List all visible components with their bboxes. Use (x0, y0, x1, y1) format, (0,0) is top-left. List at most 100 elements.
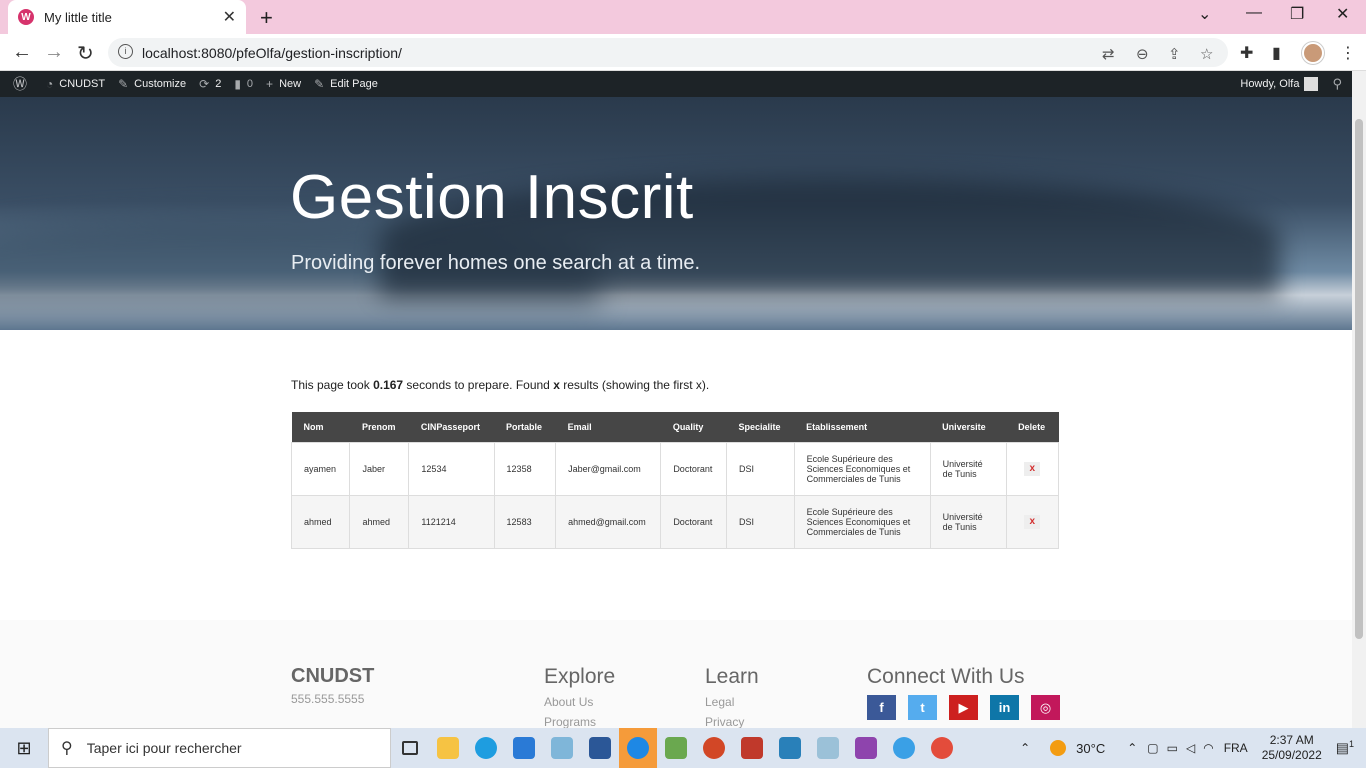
app-icon[interactable] (657, 728, 695, 768)
footer-link-programs[interactable]: Programs (544, 715, 615, 729)
wp-site-name[interactable]: ◔ CNUDST (46, 77, 105, 91)
bookmark-star-icon[interactable]: ☆ (1200, 45, 1213, 63)
footer-learn: Learn Legal Privacy (705, 665, 759, 729)
language-indicator[interactable]: FRA (1224, 741, 1248, 755)
volume-icon[interactable]: ◁ (1186, 741, 1195, 755)
minimize-icon[interactable]: — (1246, 4, 1262, 22)
url-text: localhost:8080/pfeOlfa/gestion-inscripti… (142, 44, 402, 61)
battery-icon[interactable]: ▭ (1167, 741, 1178, 755)
reload-icon[interactable]: ↻ (77, 41, 94, 66)
footer-explore: Explore About Us Programs (544, 665, 615, 729)
back-icon[interactable]: ← (12, 41, 32, 64)
footer-link-about[interactable]: About Us (544, 695, 615, 709)
site-favicon-icon: W (18, 9, 34, 25)
wp-edit-page[interactable]: ✎ Edit Page (314, 77, 378, 91)
footer-connect: Connect With Us f t ▶ in ◎ (867, 665, 1072, 720)
wp-customize[interactable]: ✎ Customize (118, 77, 186, 91)
taskbar-search-placeholder: Taper ici pour rechercher (86, 740, 242, 756)
forward-icon[interactable]: → (44, 41, 64, 64)
share-icon[interactable]: ⇪ (1168, 45, 1181, 63)
pencil-icon: ✎ (314, 77, 325, 91)
profile-avatar[interactable] (1302, 42, 1324, 64)
browser-menu-icon[interactable]: ⋮ (1340, 43, 1356, 63)
tray-overflow-icon[interactable]: ⌃ (1020, 741, 1030, 755)
projectlibre-icon[interactable] (733, 728, 771, 768)
table-cell: Université de Tunis (929, 441, 1007, 496)
notification-center-icon[interactable]: ▤1 (1336, 739, 1354, 757)
site-info-icon[interactable]: i (118, 44, 133, 59)
extensions-icon[interactable]: ✚ (1240, 43, 1253, 63)
scrollbar-thumb[interactable] (1355, 119, 1363, 639)
taskbar-search[interactable]: ⚲ Taper ici pour rechercher (48, 728, 391, 768)
table-cell: 12534 (408, 441, 495, 496)
instagram-icon[interactable]: ◎ (1031, 695, 1060, 720)
close-window-icon[interactable]: ✕ (1336, 4, 1349, 24)
vscode-icon[interactable] (505, 728, 543, 768)
table-cell: DSI (725, 494, 795, 549)
table-cell: 1121214 (408, 494, 495, 549)
paint-icon[interactable] (809, 728, 847, 768)
tab-search-chevron-icon[interactable]: ⌄ (1198, 4, 1211, 24)
table-cell: Doctorant (660, 494, 727, 549)
facebook-icon[interactable]: f (867, 695, 896, 720)
social-links: f t ▶ in ◎ (867, 695, 1072, 720)
wifi-icon[interactable]: ◠ (1203, 741, 1213, 755)
plus-icon: + (266, 77, 274, 91)
page-scrollbar[interactable] (1352, 71, 1366, 728)
dashboard-icon: ◔ (46, 77, 54, 91)
translate-icon[interactable]: ⇄ (1102, 45, 1115, 63)
footer-link-legal[interactable]: Legal (705, 695, 759, 709)
wp-new[interactable]: + New (266, 77, 301, 91)
delete-button[interactable]: x (1024, 514, 1041, 529)
youtube-icon[interactable]: ▶ (949, 695, 978, 720)
linkedin-icon[interactable]: in (990, 695, 1019, 720)
table-cell: 12583 (493, 494, 557, 549)
twitter-icon[interactable]: t (908, 695, 937, 720)
winrar-icon[interactable] (847, 728, 885, 768)
internet-explorer-icon[interactable] (885, 728, 923, 768)
side-panel-icon[interactable]: ▮ (1272, 43, 1281, 63)
powerpoint-icon[interactable] (695, 728, 733, 768)
show-hidden-icons-icon[interactable]: ⌃ (1127, 741, 1137, 755)
app-icon[interactable] (771, 728, 809, 768)
column-header: Prenom (349, 412, 409, 442)
task-view-icon[interactable] (391, 728, 429, 768)
edge-icon[interactable] (467, 728, 505, 768)
table-cell: Jaber@gmail.com (555, 441, 662, 496)
weather-icon[interactable] (1050, 740, 1067, 756)
close-tab-icon[interactable]: ✕ (223, 7, 236, 27)
wp-updates[interactable]: ⟳ 2 (199, 77, 221, 91)
windows-start-icon[interactable]: ⊞ (0, 728, 48, 768)
word-icon[interactable] (581, 728, 619, 768)
meet-now-icon[interactable]: ▢ (1147, 741, 1158, 755)
wp-comments[interactable]: ▮ 0 (234, 77, 253, 91)
address-bar[interactable]: i localhost:8080/pfeOlfa/gestion-inscrip… (108, 38, 1228, 67)
search-icon[interactable]: ⚲ (1332, 76, 1342, 92)
chrome-icon[interactable] (923, 728, 961, 768)
footer-link-privacy[interactable]: Privacy (705, 715, 759, 729)
wordpress-logo-icon[interactable]: Ⓦ (13, 74, 33, 94)
hero-banner: Gestion Inscrit Providing forever homes … (0, 97, 1352, 330)
weather-temperature[interactable]: 30°C (1076, 741, 1105, 756)
table-cell: x (1005, 494, 1060, 549)
updates-icon: ⟳ (199, 77, 210, 91)
column-header: Email (555, 412, 661, 442)
delete-button[interactable]: x (1024, 461, 1041, 476)
zoom-icon[interactable]: ⊖ (1136, 45, 1149, 63)
wp-howdy[interactable]: Howdy, Olfa (1240, 78, 1299, 90)
new-tab-icon[interactable]: + (260, 5, 273, 31)
app-icon[interactable] (543, 728, 581, 768)
table-row: ayamen Jaber 12534 12358 Jaber@gmail.com… (290, 441, 1060, 496)
taskbar-clock[interactable]: 2:37 AM 25/09/2022 (1262, 733, 1322, 763)
browser-tab[interactable]: W My little title ✕ (8, 0, 246, 34)
system-tray: ⌃ 30°C ⌃ ▢ ▭ ◁ ◠ FRA 2:37 AM 25/09/2022 … (1020, 728, 1366, 768)
column-header: Nom (291, 412, 350, 442)
tab-title: My little title (44, 9, 112, 25)
table-cell: 12358 (493, 441, 557, 496)
browser-tab-strip: W My little title ✕ + ⌄ — ❐ ✕ (0, 0, 1366, 34)
file-explorer-icon[interactable] (429, 728, 467, 768)
user-avatar-icon[interactable] (1304, 77, 1319, 91)
restore-icon[interactable]: ❐ (1290, 4, 1304, 24)
active-app-icon[interactable] (619, 728, 657, 768)
table-row: ahmed ahmed 1121214 12583 ahmed@gmail.co… (290, 494, 1060, 549)
